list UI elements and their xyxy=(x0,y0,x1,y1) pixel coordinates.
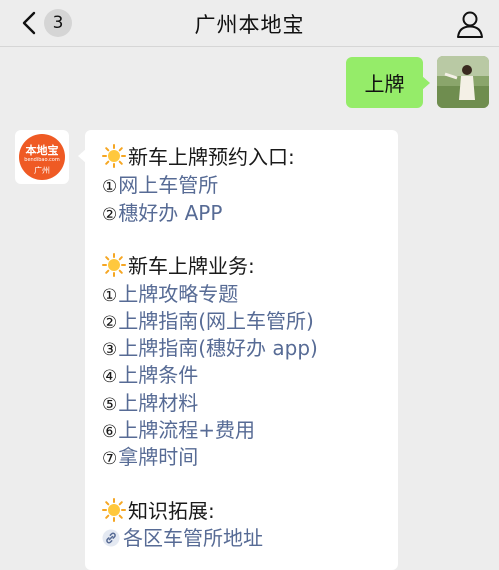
sun-icon xyxy=(102,144,126,168)
link-plate-conditions[interactable]: 上牌条件 xyxy=(118,363,198,387)
sun-icon xyxy=(102,498,126,522)
link-plate-guide-topic[interactable]: 上牌攻略专题 xyxy=(118,282,238,306)
profile-button[interactable] xyxy=(455,9,485,39)
outgoing-message[interactable]: 上牌 xyxy=(346,57,423,108)
outgoing-bubble-tail xyxy=(422,76,430,90)
sun-icon xyxy=(102,253,126,277)
list-item[interactable]: ②上牌指南(网上车管所) xyxy=(102,308,314,335)
list-item[interactable]: ②穗好办 APP xyxy=(102,200,222,227)
link-plate-materials[interactable]: 上牌材料 xyxy=(118,391,198,415)
list-item[interactable]: ③上牌指南(穗好办 app) xyxy=(102,335,318,362)
list-item[interactable]: ①网上车管所 xyxy=(102,172,218,199)
section-title: 知识拓展: xyxy=(102,498,215,525)
list-item[interactable]: ⑤上牌材料 xyxy=(102,390,198,417)
list-item[interactable]: ①上牌攻略专题 xyxy=(102,281,238,308)
link-suihaoban-app[interactable]: 穗好办 APP xyxy=(118,201,222,225)
sender-avatar[interactable]: 本地宝 bendibao.com 广州 xyxy=(15,130,69,184)
link-plate-guide-app[interactable]: 上牌指南(穗好办 app) xyxy=(118,336,318,360)
incoming-bubble-tail xyxy=(78,149,86,163)
section-title: 新车上牌业务: xyxy=(102,253,255,280)
link-plate-process-fees[interactable]: 上牌流程+费用 xyxy=(118,418,255,442)
avatar-photo xyxy=(437,56,489,108)
my-avatar[interactable] xyxy=(437,56,489,108)
list-item[interactable]: 各区车管所地址 xyxy=(102,525,263,552)
chat-title: 广州本地宝 xyxy=(194,13,305,37)
link-plate-pickup-time[interactable]: 拿牌时间 xyxy=(118,445,198,469)
list-item[interactable]: ⑥上牌流程+费用 xyxy=(102,417,255,444)
list-item[interactable]: ④上牌条件 xyxy=(102,362,198,389)
list-item[interactable]: ⑦拿牌时间 xyxy=(102,444,198,471)
person-icon xyxy=(457,11,483,38)
link-online-vehicle-office[interactable]: 网上车管所 xyxy=(118,173,218,197)
link-district-offices[interactable]: 各区车管所地址 xyxy=(123,526,263,550)
link-chain-icon xyxy=(102,529,120,547)
section-title: 新车上牌预约入口: xyxy=(102,144,295,171)
nav-bar: 3 广州本地宝 xyxy=(0,0,499,47)
bendibao-logo: 本地宝 bendibao.com 广州 xyxy=(19,134,65,180)
link-plate-guide-online[interactable]: 上牌指南(网上车管所) xyxy=(118,309,314,333)
